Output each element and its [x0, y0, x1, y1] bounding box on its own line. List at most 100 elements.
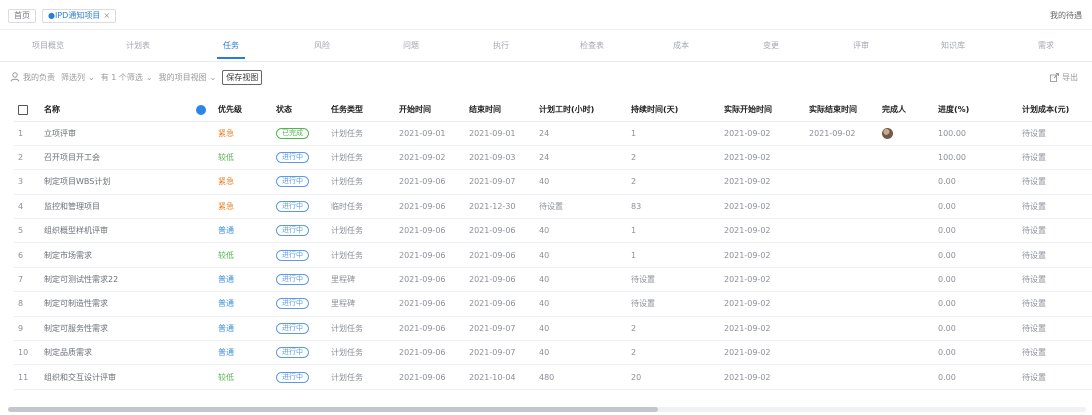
table-row[interactable]: 9 制定可服务性需求 普通 进行中 计划任务 2021-09-06 2021-09-07 40… [14, 316, 1092, 342]
col-header-hours[interactable]: 计划工时(小时) [535, 99, 627, 122]
table-row[interactable]: 4 监控和管理项目 紧急 进行中 临时任务 2021-09-06 2021-12-30 待设置… [14, 194, 1092, 220]
task-name-cell[interactable]: 制定品质需求 [40, 340, 192, 366]
my-pending-link[interactable]: 我的待遇 [1050, 10, 1082, 21]
status-badge[interactable]: 进行中 [276, 200, 309, 212]
duration-days-cell: 1 [627, 218, 720, 244]
tab-2[interactable]: 任务 [217, 40, 245, 59]
status-badge[interactable]: 进行中 [276, 249, 309, 261]
actual-start-cell: 2021-09-02 [720, 194, 805, 220]
status-badge[interactable]: 进行中 [276, 322, 309, 334]
spacer-cell [192, 145, 214, 171]
task-name-cell[interactable]: 监控和管理项目 [40, 194, 192, 220]
view-selector[interactable]: 我的项目视图 ⌄ [159, 72, 217, 83]
progress-cell: 0.00 [934, 364, 1018, 390]
tab-3[interactable]: 风险 [314, 40, 330, 51]
status-badge[interactable]: 进行中 [276, 371, 309, 383]
col-header-priority[interactable]: 优先级 [214, 99, 272, 122]
col-header-end[interactable]: 结束时间 [465, 99, 535, 122]
tab-6[interactable]: 检查表 [580, 40, 604, 51]
planned-hours-cell: 40 [535, 291, 627, 317]
table-row[interactable]: 2 召开项目开工会 较低 进行中 计划任务 2021-09-02 2021-09-03 24 2… [14, 145, 1092, 171]
toolbar: 我的负责 筛选列 ⌄ 有 1 个筛选 ⌄ 我的项目视图 ⌄ 保存视图 导出 [0, 62, 1092, 92]
tab-10[interactable]: 知识库 [941, 40, 965, 51]
horizontal-scrollbar[interactable] [8, 407, 1086, 412]
col-header-completer[interactable]: 完成人 [878, 99, 934, 122]
table-row[interactable]: 7 制定可测试性需求22 普通 进行中 里程碑 2021-09-06 2021-09-06 4… [14, 267, 1092, 293]
task-name-cell[interactable]: 制定可制造性需求 [40, 291, 192, 317]
completer-cell [878, 194, 934, 220]
task-name-cell[interactable]: 制定项目WBS计划 [40, 169, 192, 195]
table-row[interactable]: 1 立项评审 紧急 已完成 计划任务 2021-09-01 2021-09-01 24 1 202… [14, 121, 1092, 146]
table-row[interactable]: 6 制定市场需求 较低 进行中 计划任务 2021-09-06 2021-09-06 40 1 2… [14, 242, 1092, 268]
task-name-cell[interactable]: 召开项目开工会 [40, 145, 192, 171]
progress-cell: 0.00 [934, 242, 1018, 268]
table-row[interactable]: 11 组织和交互设计评审 较低 进行中 计划任务 2021-09-06 2021-10-04… [14, 364, 1092, 390]
duration-days-cell: 2 [627, 340, 720, 366]
end-date-cell: 2021-09-03 [465, 145, 535, 171]
tab-7[interactable]: 成本 [673, 40, 689, 51]
col-header-status[interactable]: 状态 [272, 99, 327, 122]
priority-cell: 紧急 [214, 194, 272, 220]
tab-0[interactable]: 项目概览 [32, 40, 64, 51]
priority-label: 较低 [218, 372, 234, 382]
col-header-actual-start[interactable]: 实际开始时间 [720, 99, 805, 122]
row-number-cell: 5 [14, 218, 40, 244]
column-filter[interactable]: 筛选列 ⌄ [61, 72, 95, 83]
completer-cell [878, 121, 934, 146]
col-header-start[interactable]: 开始时间 [395, 99, 465, 122]
tab-4[interactable]: 问题 [403, 40, 419, 51]
export-button[interactable]: 导出 [1050, 72, 1078, 83]
task-name-cell[interactable]: 组织和交互设计评审 [40, 364, 192, 390]
status-cell: 进行中 [272, 218, 327, 244]
home-tab[interactable]: 首页 [8, 9, 36, 23]
col-header-cost[interactable]: 计划成本(元) [1018, 99, 1092, 122]
select-all-cell[interactable] [14, 99, 40, 122]
condition-filter[interactable]: 有 1 个筛选 ⌄ [101, 72, 153, 83]
task-name-cell[interactable]: 制定市场需求 [40, 242, 192, 268]
select-all-checkbox[interactable] [18, 104, 28, 115]
start-date-cell: 2021-09-06 [395, 340, 465, 366]
table-row[interactable]: 3 制定项目WBS计划 紧急 进行中 计划任务 2021-09-06 2021-09-07 4… [14, 169, 1092, 195]
actual-end-cell [805, 242, 878, 268]
tab-1[interactable]: 计划表 [126, 40, 150, 51]
avatar[interactable] [882, 127, 893, 139]
status-badge[interactable]: 已完成 [276, 127, 309, 139]
tab-8[interactable]: 变更 [763, 40, 779, 51]
save-view-button[interactable]: 保存视图 [222, 69, 263, 85]
col-header-progress[interactable]: 进度(%) [934, 99, 1018, 122]
table-row[interactable]: 10 制定品质需求 普通 进行中 计划任务 2021-09-06 2021-09-07 40 2… [14, 340, 1092, 366]
table-row[interactable]: 5 组织概型样机评审 普通 进行中 计划任务 2021-09-06 2021-09-06 40… [14, 218, 1092, 244]
status-badge[interactable]: 进行中 [276, 152, 309, 164]
owner-filter[interactable]: 我的负责 [10, 72, 55, 83]
status-badge[interactable]: 进行中 [276, 274, 309, 286]
start-date-cell: 2021-09-06 [395, 267, 465, 293]
col-header-days[interactable]: 持续时间(天) [627, 99, 720, 122]
spacer-cell [192, 218, 214, 244]
tab-9[interactable]: 评审 [853, 40, 869, 51]
col-header-info[interactable] [192, 99, 214, 122]
task-name-cell[interactable]: 立项评审 [40, 121, 192, 146]
row-number-cell: 2 [14, 145, 40, 171]
status-badge[interactable]: 进行中 [276, 298, 309, 310]
task-name-cell[interactable]: 制定可测试性需求22 [40, 267, 192, 293]
status-badge[interactable]: 进行中 [276, 347, 309, 359]
task-name-cell[interactable]: 制定可服务性需求 [40, 316, 192, 342]
status-badge[interactable]: 进行中 [276, 176, 309, 188]
info-icon[interactable] [196, 104, 206, 115]
task-name-cell[interactable]: 组织概型样机评审 [40, 218, 192, 244]
close-icon[interactable]: × [103, 10, 110, 22]
end-date-cell: 2021-09-06 [465, 218, 535, 244]
progress-cell: 0.00 [934, 316, 1018, 342]
scrollbar-thumb[interactable] [8, 407, 658, 412]
actual-end-cell [805, 145, 878, 171]
spacer-cell [192, 316, 214, 342]
tab-11[interactable]: 需求 [1038, 40, 1054, 51]
status-badge[interactable]: 进行中 [276, 225, 309, 237]
row-number-cell: 9 [14, 316, 40, 342]
col-header-name[interactable]: 名称 [40, 99, 192, 122]
col-header-actual-end[interactable]: 实际结束时间 [805, 99, 878, 122]
col-header-type[interactable]: 任务类型 [327, 99, 395, 122]
tab-5[interactable]: 执行 [493, 40, 509, 51]
table-row[interactable]: 8 制定可制造性需求 普通 进行中 里程碑 2021-09-06 2021-09-06 40 待… [14, 291, 1092, 317]
project-tab[interactable]: ●IPD通知项目 × [42, 9, 117, 23]
